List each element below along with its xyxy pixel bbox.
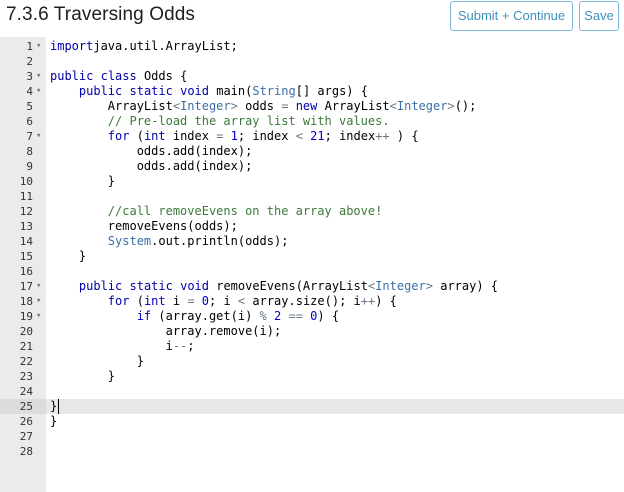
line-number: 1 — [26, 40, 33, 53]
code-line[interactable]: 28 — [0, 444, 624, 459]
code-text: for (int i = 0; i < array.size(); i++) { — [107, 294, 397, 308]
code-line[interactable]: 26} — [0, 414, 624, 429]
code-line[interactable]: 27 — [0, 429, 624, 444]
line-number: 20 — [19, 325, 33, 338]
line-number: 10 — [19, 175, 33, 188]
page-title: 7.3.6 Traversing Odds — [6, 4, 196, 25]
line-number: 2 — [26, 55, 33, 68]
fold-toggle-icon[interactable]: ▾ — [36, 294, 41, 309]
code-text: //call removeEvens on the array above! — [107, 204, 383, 218]
code-text: } — [50, 249, 87, 263]
text-cursor — [58, 399, 59, 414]
fold-toggle-icon[interactable]: ▾ — [36, 84, 41, 99]
code-line[interactable]: 23 } — [0, 369, 624, 384]
code-line[interactable]: 9 odds.add(index); — [0, 159, 624, 174]
fold-toggle-icon[interactable]: ▾ — [36, 69, 41, 84]
code-text: if (array.get(i) % 2 == 0) { — [136, 309, 340, 323]
fold-toggle-icon[interactable]: ▾ — [36, 309, 41, 324]
code-text: // Pre-load the array list with values. — [107, 114, 390, 128]
line-number: 4 — [26, 85, 33, 98]
line-number: 8 — [26, 145, 33, 158]
code-text: removeEvens(odds); — [50, 219, 238, 233]
line-number: 27 — [19, 430, 33, 443]
line-number: 6 — [26, 115, 33, 128]
code-text: } — [50, 399, 58, 413]
line-number: 21 — [19, 340, 33, 353]
code-line[interactable]: 6 // Pre-load the array list with values… — [0, 114, 624, 129]
code-line[interactable]: 3 ▾ public class Odds { — [0, 69, 624, 84]
code-line[interactable]: 24 — [0, 384, 624, 399]
line-number: 26 — [19, 415, 33, 428]
code-text: array.remove(i); — [50, 324, 282, 338]
code-line[interactable]: 22 } — [0, 354, 624, 369]
code-text: odds.add(index); — [50, 144, 253, 158]
code-line[interactable]: 7 ▾ for (int index = 1; index < 21; index… — [0, 129, 624, 144]
code-editor[interactable]: 1 ▾ importjava.util.ArrayList; 2 3 ▾ public cl… — [0, 37, 624, 492]
line-number: 12 — [19, 205, 33, 218]
code-text: odds.add(index); — [50, 159, 253, 173]
line-number: 23 — [19, 370, 33, 383]
line-number: 18 — [19, 295, 33, 308]
code-line[interactable]: 8 odds.add(index); — [0, 144, 624, 159]
line-number: 16 — [19, 265, 33, 278]
code-line[interactable]: 20 array.remove(i); — [0, 324, 624, 339]
line-number: 25 — [19, 400, 33, 413]
code-line[interactable]: 25} — [0, 399, 624, 414]
code-line[interactable]: 19 ▾ if (array.get(i) % 2 == 0) { — [0, 309, 624, 324]
line-number: 9 — [26, 160, 33, 173]
submit-continue-button[interactable]: Submit + Continue — [450, 1, 573, 31]
code-text: } — [50, 174, 116, 188]
fold-toggle-icon[interactable]: ▾ — [36, 129, 41, 144]
line-number: 3 — [26, 70, 33, 83]
line-number: 24 — [19, 385, 33, 398]
code-line[interactable]: 5 ArrayList<Integer> odds = new ArrayLis… — [0, 99, 624, 114]
code-line[interactable]: 17 ▾ public static void removeEvens(Array… — [0, 279, 624, 294]
code-text: i--; — [50, 339, 195, 353]
code-line[interactable]: 11 — [0, 189, 624, 204]
code-line[interactable]: 15 } — [0, 249, 624, 264]
code-line[interactable]: 18 ▾ for (int i = 0; i < array.size(); i+… — [0, 294, 624, 309]
code-line[interactable]: 16 — [0, 264, 624, 279]
fold-toggle-icon[interactable]: ▾ — [36, 279, 41, 294]
line-number: 22 — [19, 355, 33, 368]
code-text: importjava.util.ArrayList; — [50, 39, 238, 53]
code-text: ArrayList<Integer> odds = new ArrayList<… — [50, 99, 477, 113]
code-line[interactable]: 12 //call removeEvens on the array above… — [0, 204, 624, 219]
line-number: 14 — [19, 235, 33, 248]
line-number: 17 — [19, 280, 33, 293]
editor-header: 7.3.6 Traversing Odds Submit + Continue … — [0, 0, 624, 36]
code-line[interactable]: 1 ▾ importjava.util.ArrayList; — [0, 39, 624, 54]
line-number: 7 — [26, 130, 33, 143]
code-text: } — [50, 354, 144, 368]
line-number: 11 — [19, 190, 33, 203]
code-text: public static void main(String[] args) { — [78, 84, 368, 98]
code-text: public static void removeEvens(ArrayList… — [78, 279, 499, 293]
save-button[interactable]: Save — [579, 1, 619, 31]
code-line[interactable]: 14 System.out.println(odds); — [0, 234, 624, 249]
line-number: 13 — [19, 220, 33, 233]
code-line[interactable]: 4 ▾ public static void main(String[] args… — [0, 84, 624, 99]
code-text: for (int index = 1; index < 21; index++ … — [107, 129, 419, 143]
line-number: 28 — [19, 445, 33, 458]
code-line[interactable]: 13 removeEvens(odds); — [0, 219, 624, 234]
line-number: 19 — [19, 310, 33, 323]
code-text: } — [50, 414, 58, 428]
code-text: } — [50, 369, 116, 383]
code-text: System.out.println(odds); — [107, 234, 289, 248]
code-line[interactable]: 10 } — [0, 174, 624, 189]
code-line[interactable]: 2 — [0, 54, 624, 69]
code-text: public class Odds { — [50, 69, 188, 83]
fold-toggle-icon[interactable]: ▾ — [36, 39, 41, 54]
line-number: 15 — [19, 250, 33, 263]
line-number: 5 — [26, 100, 33, 113]
code-line[interactable]: 21 i--; — [0, 339, 624, 354]
